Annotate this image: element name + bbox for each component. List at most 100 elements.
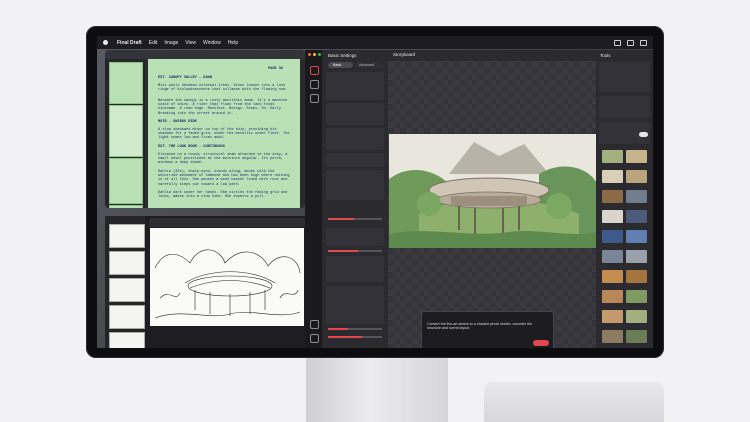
- zoom-icon[interactable]: [318, 53, 321, 56]
- tab-basic-label: Basic: [333, 63, 342, 67]
- style-preset-thumb[interactable]: [602, 190, 623, 203]
- prompt-text[interactable]: Convert the line-art sketch to a shaded …: [427, 322, 547, 330]
- lora-section[interactable]: [326, 128, 384, 150]
- control-section[interactable]: [326, 153, 384, 167]
- close-icon[interactable]: [308, 53, 311, 56]
- control-center-icon[interactable]: [627, 39, 634, 46]
- shift-slider[interactable]: [328, 336, 382, 338]
- storyboard-panel-thumb[interactable]: [109, 224, 145, 248]
- storyboard-panel-thumb[interactable]: [109, 278, 145, 302]
- wifi-icon[interactable]: [614, 39, 621, 46]
- seed-section[interactable]: [326, 256, 384, 282]
- canvas-toolbar: Storyboard: [388, 50, 596, 61]
- user-icon[interactable]: [310, 320, 319, 329]
- menu-item-help[interactable]: Help: [228, 40, 238, 46]
- clock-icon[interactable]: [640, 39, 647, 46]
- strength-slider[interactable]: [328, 218, 382, 220]
- storyboard-toolbar: [149, 218, 305, 227]
- scene-heading: EXT. CANOPY VALLEY - DAWN: [158, 76, 212, 80]
- steps-section[interactable]: [326, 228, 384, 246]
- screen: Final Draft Edit Image View Window Help …: [97, 36, 653, 348]
- scene-action: Dahlia dark under her hands. She circles…: [158, 191, 288, 200]
- model-section[interactable]: [326, 72, 384, 100]
- history-icon[interactable]: [310, 80, 319, 89]
- generate-button[interactable]: [533, 340, 549, 346]
- style-preset-thumb[interactable]: [626, 310, 647, 323]
- page-thumbnail[interactable]: [109, 205, 143, 208]
- strength-section[interactable]: [326, 170, 384, 200]
- canvas-selector[interactable]: Storyboard: [393, 52, 415, 57]
- menu-item-image[interactable]: Image: [164, 40, 178, 46]
- scene-action: A slow shadowed minor on top of the ship…: [158, 128, 290, 141]
- style-preset-thumb[interactable]: [602, 230, 623, 243]
- scene-heading: MUIR - SWINGS RIDE: [158, 120, 197, 124]
- style-preset-thumb[interactable]: [602, 150, 623, 163]
- storyboard-panel-thumb[interactable]: [109, 251, 145, 275]
- final-draft-window: PAGE 36 EXT. CANOPY VALLEY - DAWN Mist p…: [105, 50, 305, 208]
- tab-basic[interactable]: Basic: [328, 62, 353, 68]
- style-preset-thumb[interactable]: [602, 310, 623, 323]
- size-section[interactable]: [326, 103, 384, 125]
- menu-app-name[interactable]: Final Draft: [117, 40, 142, 46]
- tab-advanced[interactable]: Advanced: [355, 62, 383, 68]
- monitor-stand: [306, 356, 448, 422]
- style-preset-thumb[interactable]: [602, 170, 623, 183]
- scripts-toggle[interactable]: [639, 132, 648, 137]
- style-preset-thumb[interactable]: [602, 210, 623, 223]
- menu-item-edit[interactable]: Edit: [149, 40, 158, 46]
- style-preset-thumb[interactable]: [626, 250, 647, 263]
- page-thumbnails: [105, 59, 145, 208]
- style-preset-thumb[interactable]: [626, 230, 647, 243]
- models-icon[interactable]: [310, 94, 319, 103]
- prompt-box[interactable]: Convert the line-art sketch to a shaded …: [421, 311, 554, 348]
- scene-action: Dahlia (30s), sharp-eyed, stands along, …: [158, 170, 290, 187]
- enhance-section[interactable]: [599, 96, 650, 118]
- storyboard-panel-thumb[interactable]: [109, 305, 145, 329]
- page-thumbnail[interactable]: [109, 158, 143, 204]
- menu-bar: Final Draft Edit Image View Window Help: [97, 36, 653, 49]
- style-preset-thumb[interactable]: [602, 270, 623, 283]
- script-page[interactable]: PAGE 36 EXT. CANOPY VALLEY - DAWN Mist p…: [148, 59, 300, 208]
- help-icon[interactable]: [310, 334, 319, 343]
- style-preset-thumb[interactable]: [602, 290, 623, 303]
- menu-item-view[interactable]: View: [185, 40, 196, 46]
- style-preset-thumb[interactable]: [626, 290, 647, 303]
- style-preset-thumb[interactable]: [626, 270, 647, 283]
- guidance-slider[interactable]: [328, 328, 382, 330]
- style-preset-thumb[interactable]: [602, 250, 623, 263]
- menu-item-window[interactable]: Window: [203, 40, 221, 46]
- style-preset-thumb[interactable]: [602, 330, 623, 343]
- page-number: PAGE 36: [268, 67, 284, 71]
- settings-icon[interactable]: [310, 66, 319, 75]
- storyboard-panel-thumb[interactable]: [109, 332, 145, 348]
- side-rail: [305, 50, 322, 348]
- tools-title: Tools: [600, 53, 611, 58]
- watercolor-building-image: [389, 134, 596, 248]
- generated-image[interactable]: [389, 134, 596, 248]
- draw-things-window: Basic Settings Basic Advanced Storyboard: [305, 50, 653, 348]
- image-generation-section[interactable]: [599, 62, 650, 92]
- minimize-icon[interactable]: [313, 53, 316, 56]
- page-thumbnail[interactable]: [109, 62, 143, 104]
- scene-action: Mist pools between colossal trees. Vines…: [158, 84, 288, 93]
- scene-action: Beneath the canopy is a rusty aeolithic …: [158, 99, 288, 116]
- storyboard-window: [105, 216, 305, 348]
- style-preset-thumb[interactable]: [626, 170, 647, 183]
- canvas-area[interactable]: Storyboard Convert the line-art sketch t…: [388, 50, 596, 348]
- style-preset-thumb[interactable]: [626, 330, 647, 343]
- line-art-drawing: [154, 249, 301, 319]
- settings-panel: Basic Settings Basic Advanced: [322, 50, 388, 348]
- style-preset-thumb[interactable]: [626, 150, 647, 163]
- apple-icon[interactable]: [103, 40, 108, 45]
- style-preset-thumb[interactable]: [626, 210, 647, 223]
- mac-studio-device: [484, 382, 664, 422]
- page-thumbnail[interactable]: [109, 105, 143, 157]
- line-art-sketch[interactable]: [150, 228, 304, 326]
- tools-panel: Tools: [596, 50, 653, 348]
- tab-advanced-label: Advanced: [359, 63, 375, 67]
- scene-action: Elevated on a round, structural seam att…: [158, 153, 288, 166]
- final-draft-toolbar: [105, 50, 305, 59]
- steps-slider[interactable]: [328, 250, 382, 252]
- style-preset-thumb[interactable]: [626, 190, 647, 203]
- guidance-section[interactable]: [326, 286, 384, 324]
